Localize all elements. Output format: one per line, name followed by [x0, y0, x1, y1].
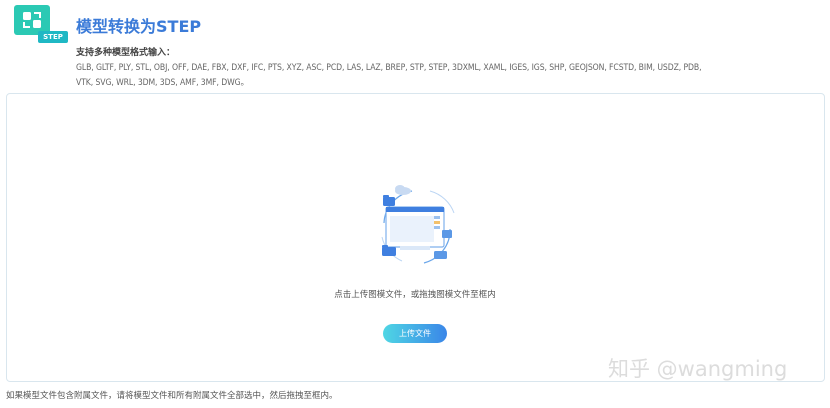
app-logo: STEP — [14, 5, 68, 43]
watermark: 知乎 @wangming — [608, 357, 788, 381]
formats-list-line-1: GLB, GLTF, PLY, STL, OBJ, OFF, DAE, FBX,… — [76, 63, 702, 73]
formats-label: 支持多种模型格式输入： — [76, 48, 176, 58]
formats-list-line-2: VTK, SVG, WRL, 3DM, 3DS, AMF, 3MF, DWG。 — [76, 78, 250, 88]
upload-hint: 点击上传图模文件，或拖拽图模文件至框内 — [334, 290, 496, 300]
logo-format-tag: STEP — [38, 31, 68, 43]
page-title: 模型转换为STEP — [76, 17, 202, 36]
footnote: 如果模型文件包含附属文件，请将模型文件和所有附属文件全部选中，然后拖拽至框内。 — [6, 391, 338, 401]
upload-file-button[interactable]: 上传文件 — [383, 324, 447, 343]
upload-files-illustration-icon — [372, 183, 462, 269]
